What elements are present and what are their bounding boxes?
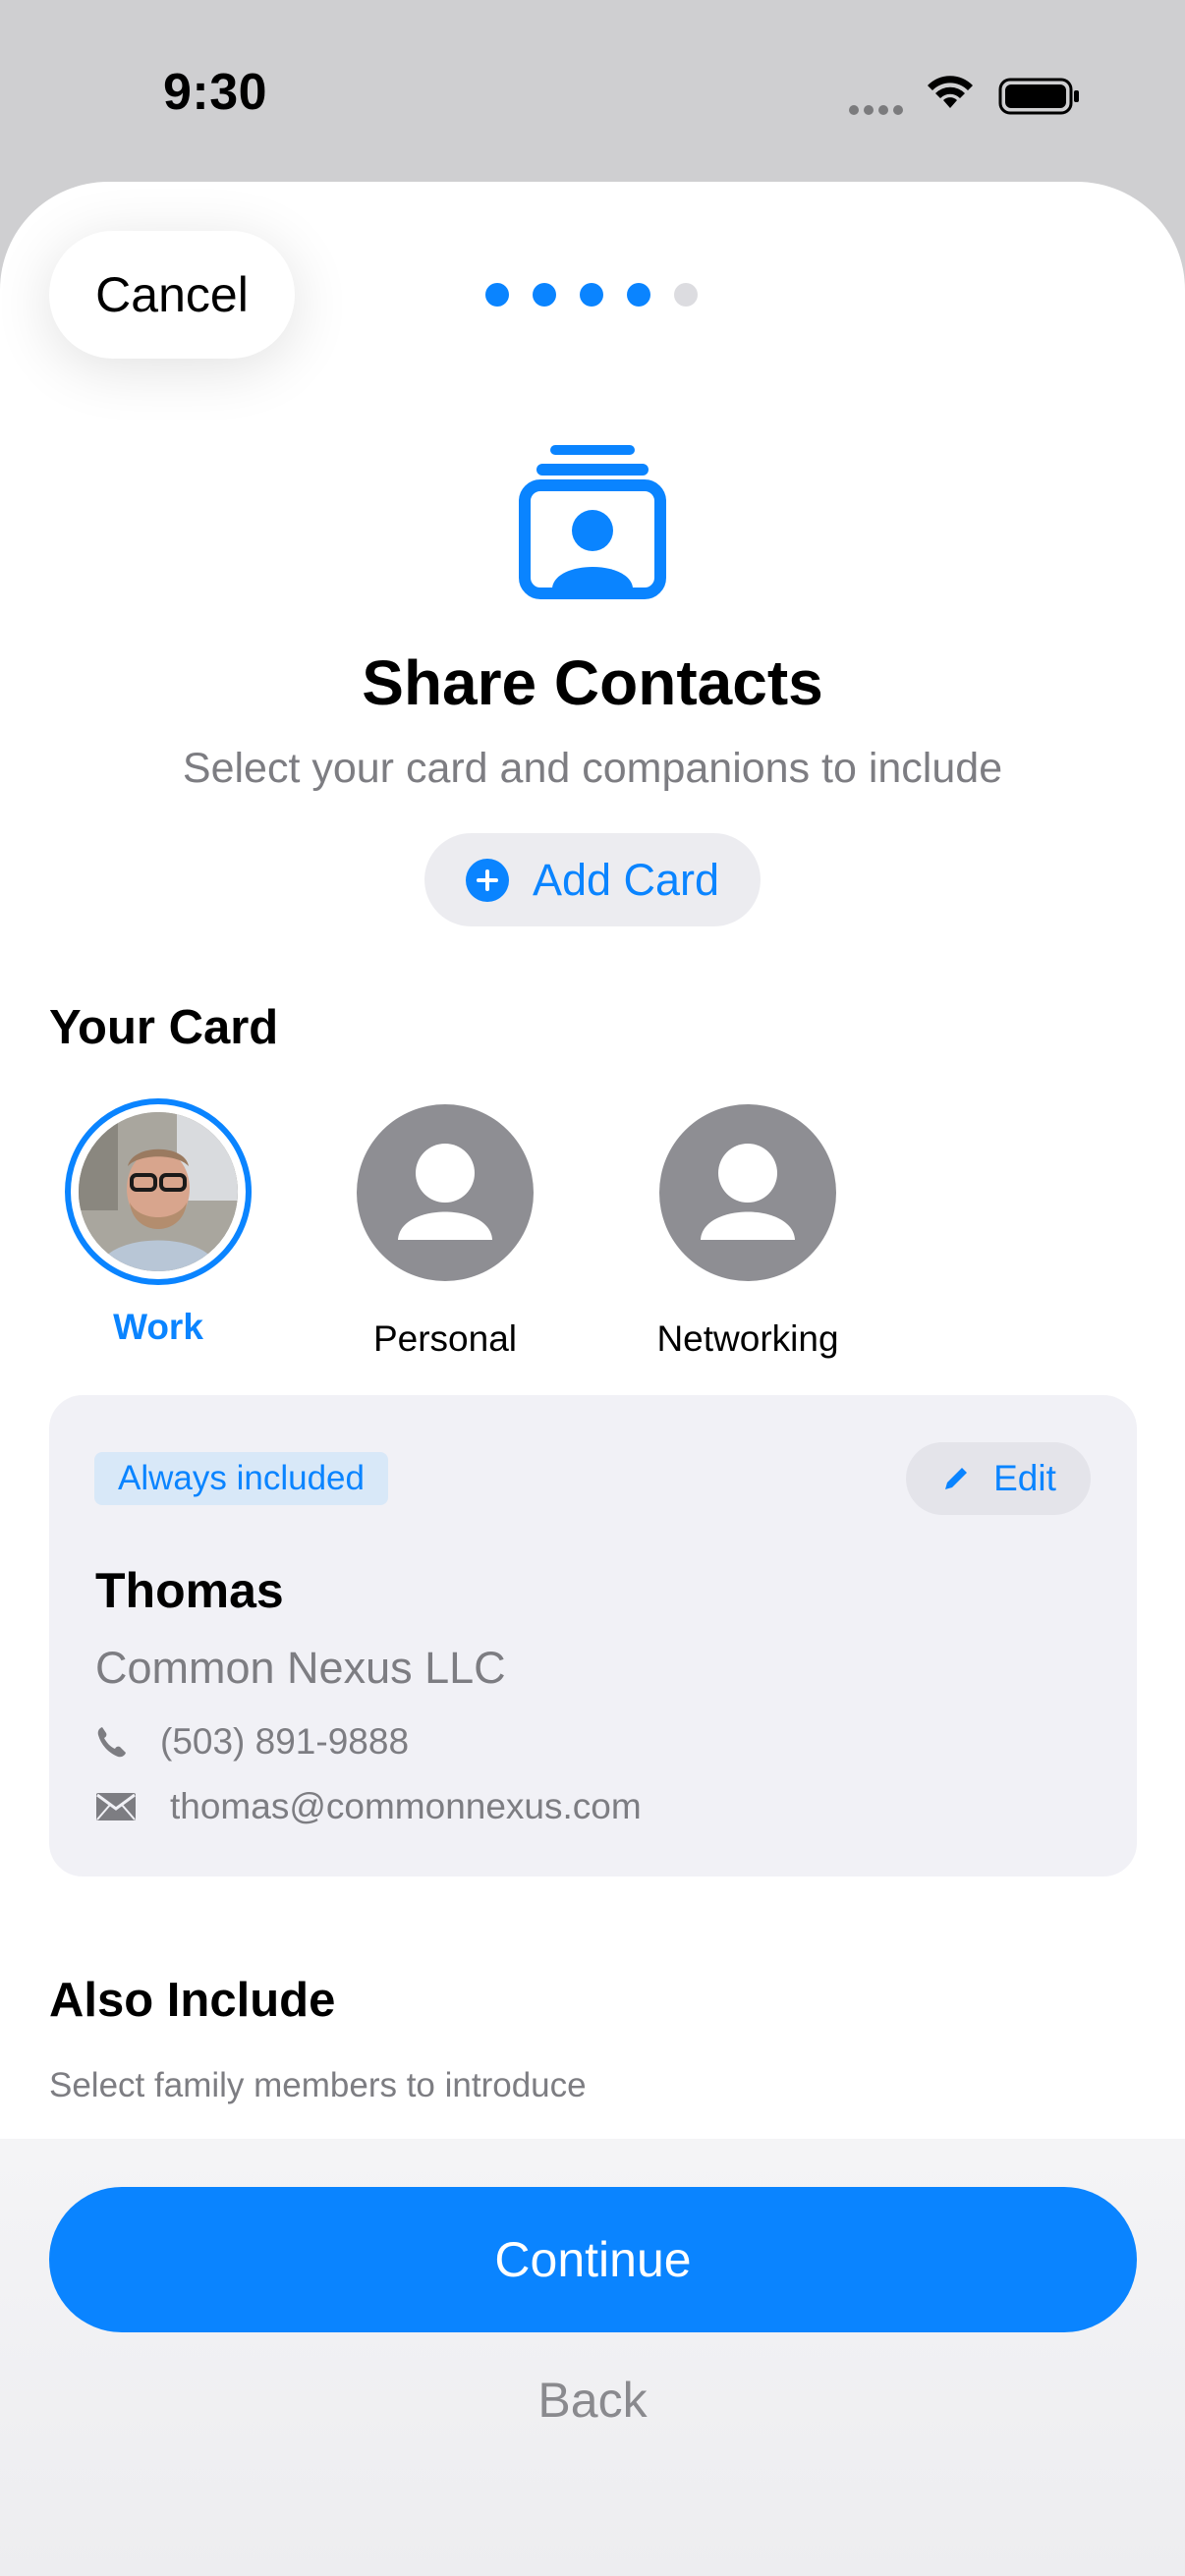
also-include-subtitle: Select family members to introduce — [49, 2066, 587, 2104]
plus-circle-icon — [465, 858, 509, 902]
cancel-button[interactable]: Cancel — [49, 231, 295, 359]
work-avatar-photo — [79, 1112, 238, 1271]
also-include-heading: Also Include — [49, 1974, 336, 2027]
card-option-personal[interactable] — [357, 1104, 534, 1281]
page-dot — [533, 283, 556, 307]
back-button[interactable]: Back — [0, 2372, 1185, 2429]
page-indicator — [485, 283, 698, 307]
envelope-icon — [96, 1793, 136, 1820]
contact-company: Common Nexus LLC — [95, 1643, 506, 1693]
page-dot — [674, 283, 698, 307]
person-icon — [398, 1144, 492, 1240]
card-option-personal-label[interactable]: Personal — [298, 1318, 592, 1360]
contact-phone-row: (503) 891-9888 — [95, 1721, 409, 1763]
add-card-button[interactable]: Add Card — [424, 833, 761, 926]
battery-icon — [998, 78, 1079, 115]
card-option-work-label[interactable]: Work — [11, 1307, 306, 1348]
wifi-icon — [928, 76, 973, 108]
edit-button[interactable]: Edit — [906, 1442, 1091, 1515]
contact-email-row: thomas@commonnexus.com — [95, 1786, 642, 1827]
edit-label: Edit — [993, 1458, 1056, 1498]
page-subtitle: Select your card and companions to inclu… — [182, 745, 1003, 792]
page-dot-current — [627, 283, 650, 307]
card-option-networking-label[interactable]: Networking — [600, 1318, 895, 1360]
contact-phone: (503) 891-9888 — [160, 1721, 410, 1762]
page-title: Share Contacts — [362, 647, 823, 718]
card-option-networking[interactable] — [659, 1104, 836, 1281]
contact-email: thomas@commonnexus.com — [170, 1786, 642, 1826]
profile-photo — [79, 1112, 238, 1271]
contact-card-stack-icon — [519, 445, 666, 599]
person-icon — [701, 1144, 795, 1240]
status-bar: 9:30 — [0, 0, 1185, 187]
phone-icon — [97, 1727, 126, 1758]
your-card-heading: Your Card — [49, 1001, 279, 1054]
add-card-label: Add Card — [532, 854, 720, 905]
continue-button[interactable]: Continue — [49, 2187, 1137, 2332]
contact-name: Thomas — [95, 1563, 284, 1618]
always-included-badge: Always included — [94, 1452, 388, 1505]
page-dot — [580, 283, 603, 307]
page-dot — [485, 283, 509, 307]
cellular-icon — [849, 102, 908, 120]
status-time: 9:30 — [163, 64, 268, 121]
pencil-icon — [945, 1468, 968, 1489]
